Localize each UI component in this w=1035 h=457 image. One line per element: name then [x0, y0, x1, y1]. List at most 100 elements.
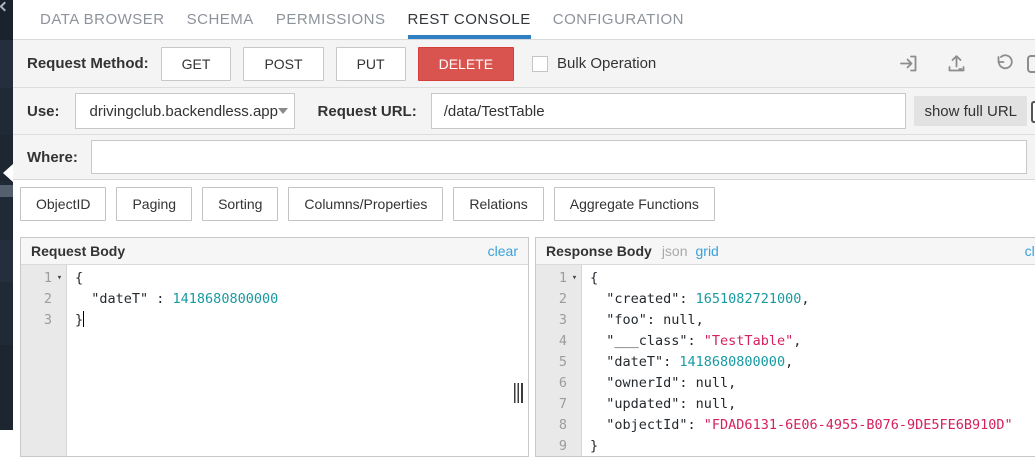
sidebar-segment: [0, 345, 13, 430]
bulk-operation-checkbox[interactable]: [532, 55, 549, 72]
code-line[interactable]: 6 "ownerId": null,: [536, 373, 1035, 394]
request-method-row: Request Method: GET POST PUT DELETE Bulk Op…: [13, 39, 1035, 87]
line-number: 1 ▾: [21, 268, 67, 289]
clipped-icon[interactable]: [1027, 55, 1035, 73]
filter-button-sorting[interactable]: Sorting: [202, 187, 279, 221]
use-label: Use:: [27, 102, 60, 120]
code-line[interactable]: 9}: [536, 436, 1035, 456]
line-number: 9: [536, 436, 582, 456]
code-text: "updated": null,: [590, 396, 737, 412]
request-body-panel: Request Body clear 1 ▾ {2 "dateT" : 141868…: [20, 237, 529, 457]
where-row: Where:: [13, 134, 1035, 180]
response-clear-link[interactable]: clear: [1025, 243, 1035, 259]
tab-data-browser[interactable]: DATA BROWSER: [40, 0, 165, 39]
filter-button-relations[interactable]: Relations: [453, 187, 544, 221]
request-method-label: Request Method:: [27, 55, 149, 72]
line-number: 5: [536, 352, 582, 373]
main-content: DATA BROWSER SCHEMA PERMISSIONS REST CONSOL…: [13, 0, 1035, 457]
method-button-post[interactable]: POST: [243, 46, 324, 81]
code-text: {: [75, 270, 84, 286]
tab-schema[interactable]: SCHEMA: [187, 0, 254, 39]
code-text: "objectId": "FDAD6131-6E06-4955-B076-9DE…: [590, 417, 1013, 433]
code-text: "dateT" : 1418680800000: [75, 291, 279, 307]
code-line[interactable]: 1 ▾ {: [21, 268, 528, 289]
code-cursor: [83, 311, 85, 327]
filter-button-aggregate-functions[interactable]: Aggregate Functions: [553, 187, 715, 221]
request-url-input[interactable]: [430, 93, 907, 129]
panel-resize-handle[interactable]: [514, 383, 523, 403]
method-button-delete[interactable]: DELETE: [417, 46, 515, 81]
response-body-header: Response Body json grid clear: [536, 238, 1035, 265]
domain-select[interactable]: drivingclub.backendless.app: [74, 93, 295, 129]
request-actions: [898, 53, 1027, 74]
response-body-title: Response Body: [546, 243, 652, 259]
line-number: 1 ▾: [536, 268, 582, 289]
domain-select-value: drivingclub.backendless.app: [89, 102, 278, 120]
upload-icon[interactable]: [946, 53, 967, 74]
filter-button-paging[interactable]: Paging: [116, 187, 193, 221]
line-number: 3: [536, 310, 582, 331]
code-line[interactable]: 2 "created": 1651082721000,: [536, 289, 1035, 310]
clipped-button[interactable]: [1031, 101, 1035, 123]
code-line[interactable]: 2 "dateT" : 1418680800000: [21, 289, 528, 310]
code-text: "foo": null,: [590, 312, 704, 328]
filter-button-columns-properties[interactable]: Columns/Properties: [288, 187, 444, 221]
code-line[interactable]: 3}: [21, 310, 528, 331]
code-text: "dateT": 1418680800000,: [590, 354, 794, 370]
line-number: 6: [536, 373, 582, 394]
code-line[interactable]: 5 "dateT": 1418680800000,: [536, 352, 1035, 373]
response-body-editor: 1 ▾ {2 "created": 1651082721000, 3 "foo": n…: [536, 265, 1035, 456]
code-line[interactable]: 7 "updated": null,: [536, 394, 1035, 415]
code-text: }: [590, 438, 599, 454]
sidebar-segment: [0, 185, 13, 197]
method-button-get[interactable]: GET: [160, 46, 232, 81]
method-button-put[interactable]: PUT: [335, 46, 406, 81]
filter-button-objectid[interactable]: ObjectID: [20, 187, 107, 221]
code-line[interactable]: 8 "objectId": "FDAD6131-6E06-4955-B076-9…: [536, 415, 1035, 436]
response-view-grid[interactable]: grid: [696, 243, 719, 259]
query-option-buttons: ObjectID Paging Sorting Columns/Properties R…: [13, 180, 1035, 237]
code-text: "ownerId": null,: [590, 375, 737, 391]
undo-icon[interactable]: [994, 53, 1015, 74]
request-clear-link[interactable]: clear: [488, 243, 518, 259]
where-input[interactable]: [90, 140, 1027, 174]
fold-arrow-icon[interactable]: ▾: [567, 268, 582, 289]
line-number: 8: [536, 415, 582, 436]
request-body-editor[interactable]: 1 ▾{2 "dateT" : 1418680800000 3}: [21, 265, 528, 456]
line-number: 2: [21, 289, 67, 310]
sidebar-segment: [0, 40, 13, 88]
response-body-panel: Response Body json grid clear 1▾ {2 "crea…: [535, 237, 1035, 457]
code-line[interactable]: 3 "foo": null,: [536, 310, 1035, 331]
tab-permissions[interactable]: PERMISSIONS: [276, 0, 386, 39]
code-text: }: [75, 311, 85, 328]
sidebar-segment: [0, 240, 13, 282]
request-body-header: Request Body clear: [21, 238, 528, 265]
section-tabbar: DATA BROWSER SCHEMA PERMISSIONS REST CONSOL…: [13, 0, 1035, 39]
response-view-json[interactable]: json: [662, 243, 688, 259]
line-number: 2: [536, 289, 582, 310]
code-line[interactable]: 1 ▾ {: [536, 268, 1035, 289]
collapsed-sidebar[interactable]: [0, 0, 13, 430]
code-line[interactable]: 4 "___class": "TestTable",: [536, 331, 1035, 352]
tab-configuration[interactable]: CONFIGURATION: [553, 0, 684, 39]
code-text: {: [590, 270, 599, 286]
request-body-title: Request Body: [31, 243, 126, 259]
line-number: 3: [21, 310, 67, 331]
line-number: 7: [536, 394, 582, 415]
tab-rest-console[interactable]: REST CONSOLE: [407, 0, 531, 39]
active-section-notch: [3, 164, 13, 182]
line-number: 4: [536, 331, 582, 352]
request-url-row: Use: drivingclub.backendless.app Request…: [13, 87, 1035, 134]
show-full-url-button[interactable]: show full URL: [914, 96, 1027, 126]
method-button-group: GET POST PUT DELETE: [149, 46, 515, 81]
fold-arrow-icon[interactable]: ▾: [52, 268, 67, 289]
sign-in-icon[interactable]: [898, 53, 919, 74]
